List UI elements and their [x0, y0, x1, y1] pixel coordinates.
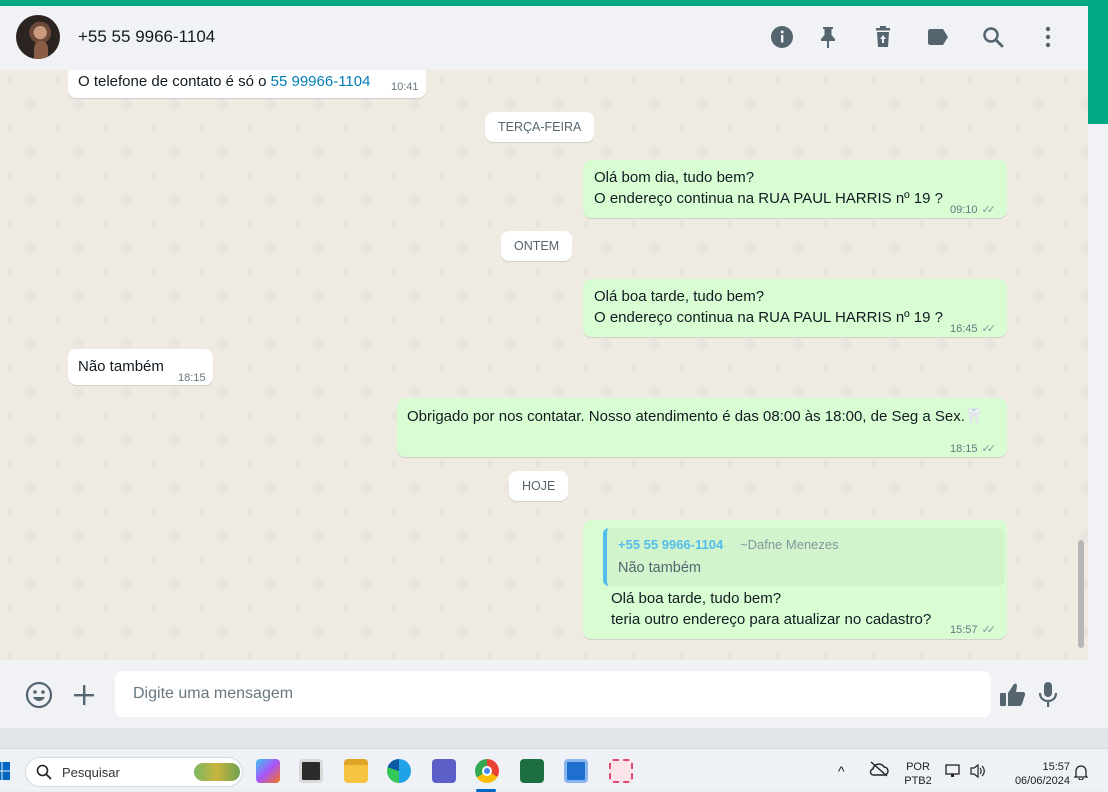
emoji-icon[interactable]: [24, 680, 54, 710]
read-ticks-icon: ✓✓: [981, 624, 997, 636]
message-time: 10:41: [391, 81, 419, 93]
message-time: 16:45: [950, 323, 978, 335]
message-outgoing[interactable]: Olá boa tarde, tudo bem? O endereço cont…: [583, 279, 1007, 337]
message-outgoing[interactable]: Obrigado por nos contatar. Nosso atendim…: [397, 398, 1007, 457]
chat-area[interactable]: O telefone de contato é só o 55 99966-11…: [0, 70, 1088, 660]
message-incoming[interactable]: O telefone de contato é só o 55 99966-11…: [68, 70, 426, 98]
quoted-text: Não também: [618, 560, 702, 576]
attach-plus-icon[interactable]: [69, 680, 99, 710]
window-edge-accent: [1088, 6, 1108, 124]
chevron-up-icon[interactable]: ^: [838, 763, 845, 779]
contact-name[interactable]: +55 55 9966-1104: [78, 27, 215, 47]
cloud-offline-icon[interactable]: [869, 761, 889, 782]
quoted-message[interactable]: +55 55 9966-1104 ~Dafne Menezes Não tamb…: [603, 528, 1005, 586]
message-text: O telefone de contato é só o 55 99966-11…: [78, 71, 370, 92]
message-text: Não também: [78, 358, 164, 375]
window-edge: [1088, 124, 1108, 728]
message-line: teria outro endereço para atualizar no c…: [611, 611, 932, 628]
clock[interactable]: 15:57 06/06/2024: [1000, 760, 1070, 788]
message-input[interactable]: [115, 671, 991, 717]
edge-icon[interactable]: [387, 759, 411, 783]
chat-header: +55 55 9966-1104: [0, 6, 1088, 70]
delete-icon[interactable]: [870, 24, 896, 50]
volume-icon[interactable]: [969, 763, 987, 784]
date-divider: ONTEM: [501, 231, 573, 261]
message-time: 09:10: [950, 204, 978, 216]
notepad-icon[interactable]: [564, 759, 588, 783]
pin-icon[interactable]: [815, 24, 841, 50]
label-icon[interactable]: [925, 24, 951, 50]
start-icon[interactable]: [0, 762, 10, 780]
message-time: 15:57: [950, 624, 978, 636]
keyboard-layout[interactable]: POR PTB2: [902, 760, 934, 788]
message-outgoing-reply[interactable]: +55 55 9966-1104 ~Dafne Menezes Não tamb…: [583, 520, 1007, 639]
message-line: Olá bom dia, tudo bem?: [594, 169, 755, 186]
contact-avatar[interactable]: [16, 15, 60, 59]
message-outgoing[interactable]: Olá bom dia, tudo bem? O endereço contin…: [583, 160, 1007, 218]
file-explorer-icon[interactable]: [344, 759, 368, 783]
menu-icon[interactable]: [1035, 24, 1061, 50]
clock-time: 15:57: [1042, 761, 1070, 773]
phone-link[interactable]: 55 99966-1104: [271, 73, 371, 90]
message-incoming[interactable]: Não também 18:15: [68, 349, 213, 385]
quoted-alias: ~Dafne Menezes: [740, 537, 839, 552]
excel-icon[interactable]: [520, 759, 544, 783]
read-ticks-icon: ✓✓: [981, 204, 997, 216]
date-divider: TERÇA-FEIRA: [485, 112, 595, 142]
message-line: Olá boa tarde, tudo bem?: [594, 288, 765, 305]
snipping-tool-icon[interactable]: [609, 759, 633, 783]
read-ticks-icon: ✓✓: [981, 323, 997, 335]
message-line: O endereço continua na RUA PAUL HARRIS n…: [594, 309, 943, 326]
search-icon: [36, 764, 52, 785]
microphone-icon[interactable]: [1033, 680, 1063, 710]
teams-icon[interactable]: [432, 759, 456, 783]
clock-date: 06/06/2024: [1014, 775, 1070, 787]
chat-scrollbar[interactable]: [1078, 540, 1084, 648]
window-bottom-gap: [0, 728, 1108, 748]
message-line: Olá boa tarde, tudo bem?: [611, 590, 782, 607]
os-taskbar: Pesquisar ^ POR PTB2 15:57 06/06/2024: [0, 748, 1108, 792]
task-view-icon[interactable]: [299, 759, 323, 783]
message-text: Obrigado por nos contatar. Nosso atendim…: [407, 408, 984, 425]
info-icon[interactable]: [769, 24, 795, 50]
taskbar-search-label: Pesquisar: [62, 765, 120, 780]
network-icon[interactable]: [945, 763, 963, 784]
search-highlight-icon: [194, 763, 240, 781]
message-line: O endereço continua na RUA PAUL HARRIS n…: [594, 190, 943, 207]
search-icon[interactable]: [980, 24, 1006, 50]
keyboard-lang: POR: [906, 761, 930, 773]
keyboard-variant: PTB2: [904, 775, 932, 787]
copilot-icon[interactable]: [256, 759, 280, 783]
quoted-sender: +55 55 9966-1104: [618, 537, 724, 552]
thumbs-up-icon[interactable]: [998, 680, 1028, 710]
message-time: 18:15: [950, 443, 978, 455]
date-divider: HOJE: [509, 471, 569, 501]
notification-bell-icon[interactable]: [1073, 764, 1089, 785]
chrome-icon[interactable]: [475, 759, 499, 783]
taskbar-search[interactable]: Pesquisar: [25, 757, 243, 787]
message-time: 18:15: [178, 372, 206, 384]
message-text-prefix: O telefone de contato é só o: [78, 73, 271, 90]
composer-bar: [0, 660, 1088, 728]
read-ticks-icon: ✓✓: [981, 443, 997, 455]
